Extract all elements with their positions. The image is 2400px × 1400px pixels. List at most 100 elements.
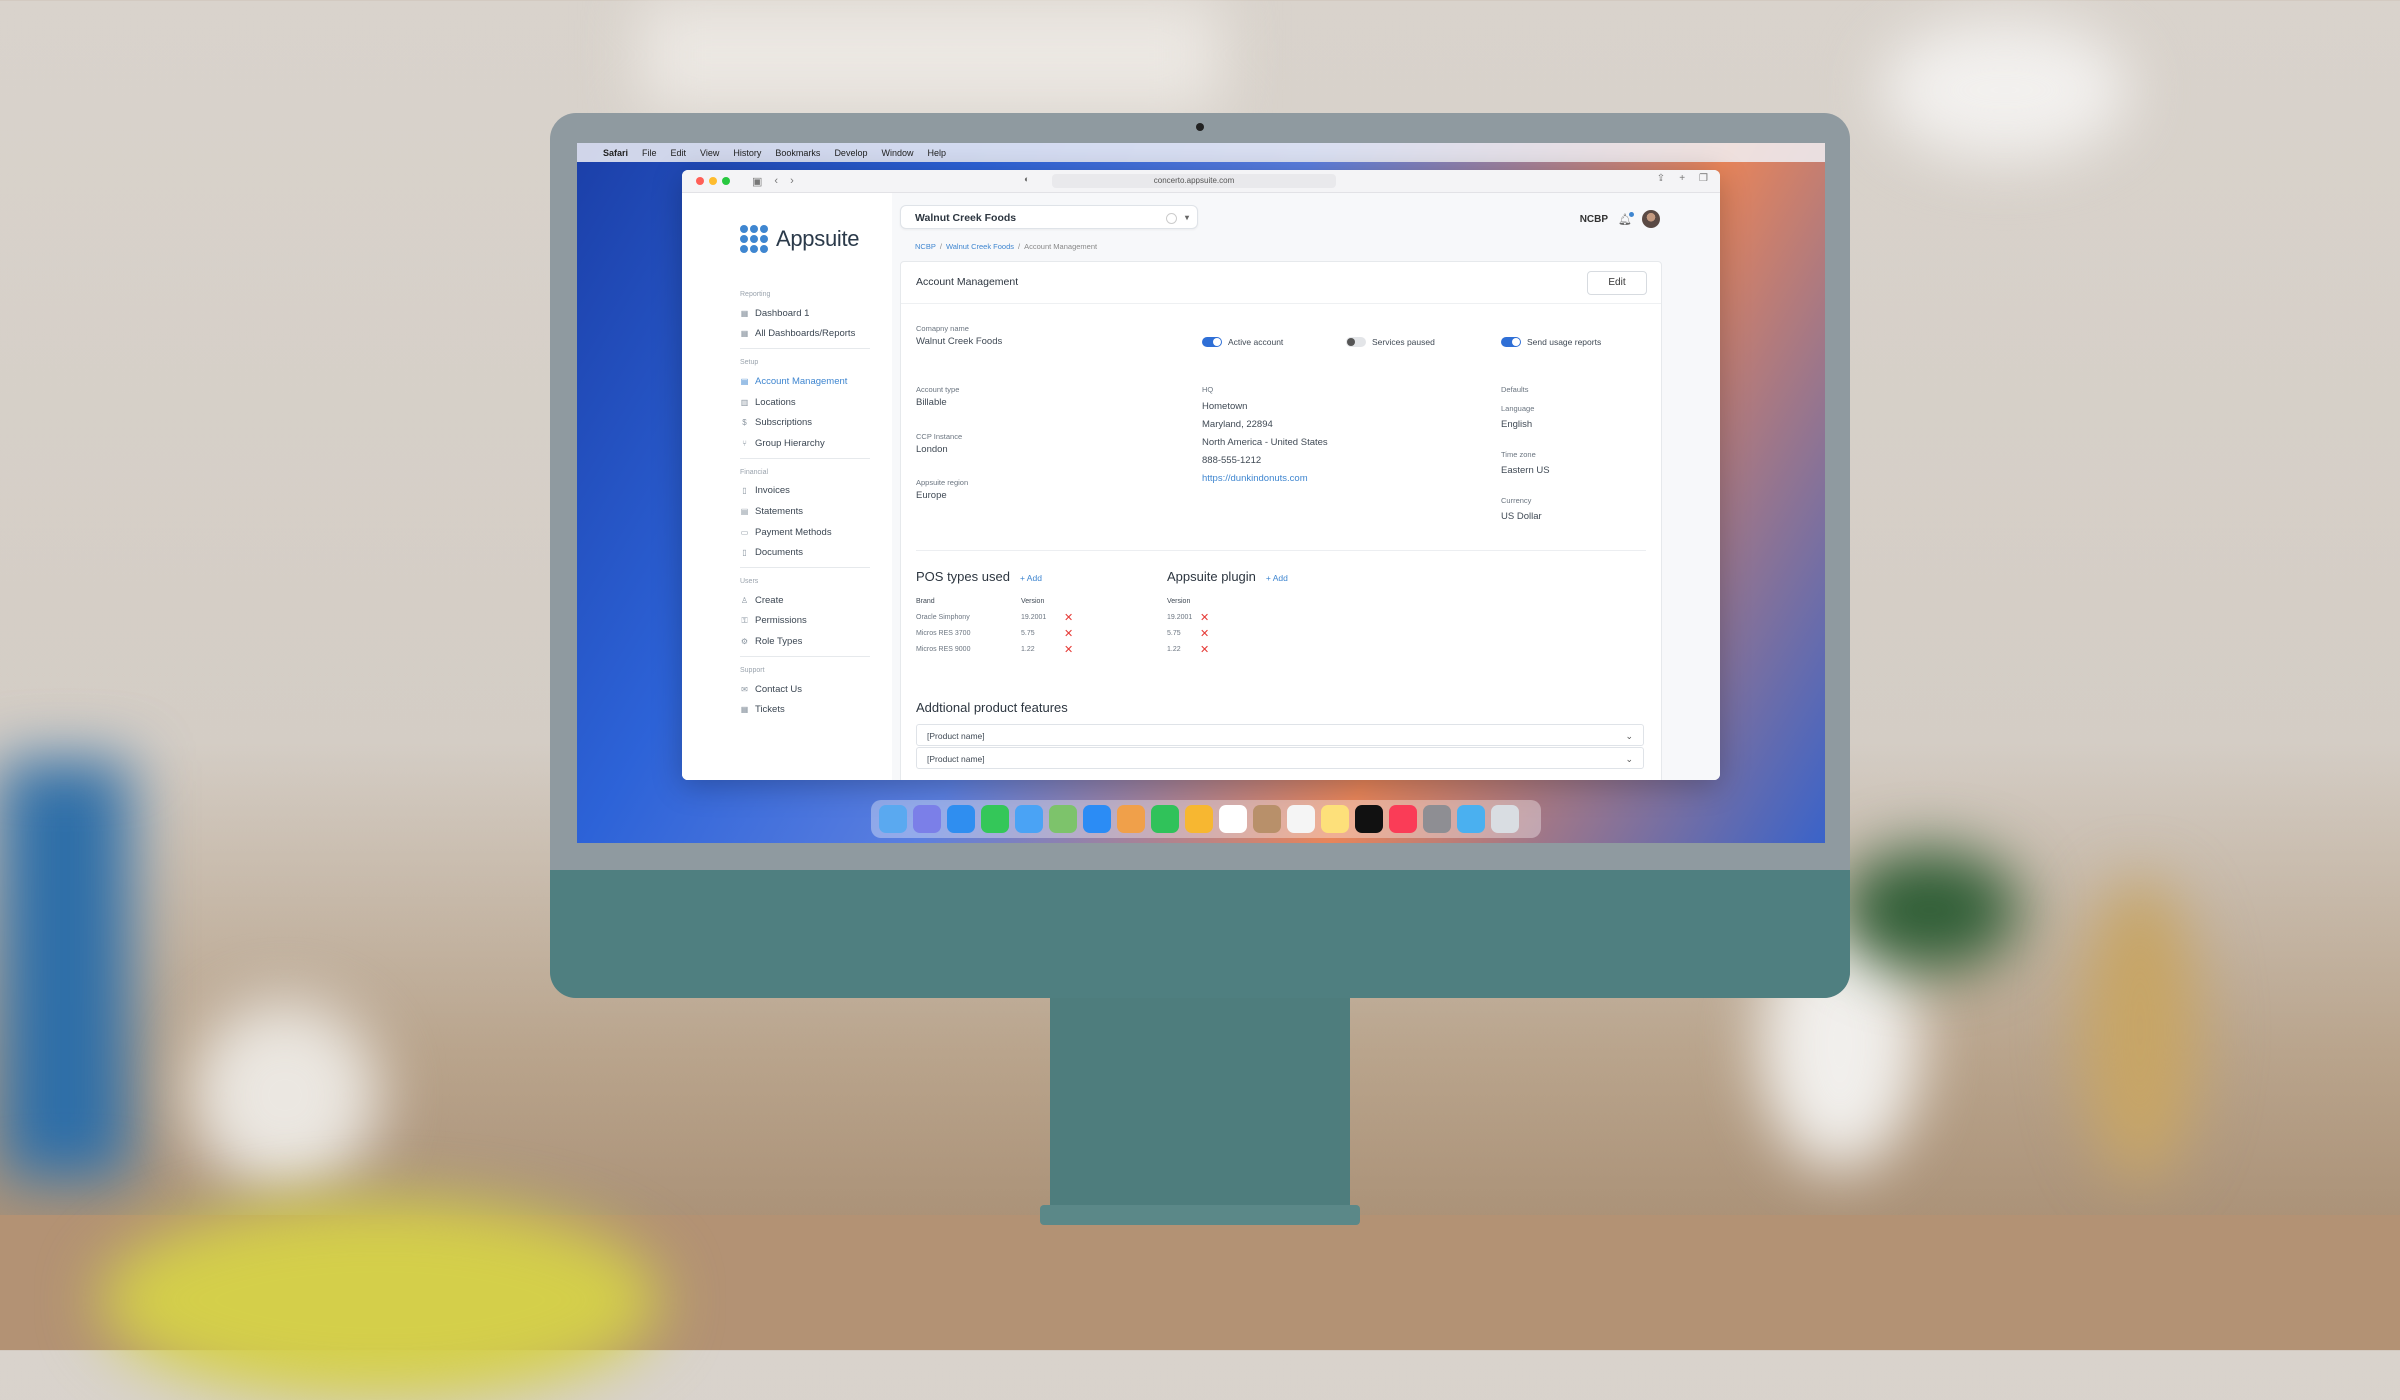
sidebar-toggle-icon[interactable]: ▣ (752, 175, 762, 188)
send-usage-reports-toggle[interactable]: Send usage reports (1501, 337, 1601, 347)
sidebar-item-group-hierarchy[interactable]: ⑂ Group Hierarchy (740, 433, 875, 454)
notes-icon[interactable] (1321, 805, 1349, 833)
messages-icon[interactable] (981, 805, 1009, 833)
menu-window[interactable]: Window (881, 148, 913, 158)
pos-types-title: POS types used (916, 569, 1010, 584)
sidebar-item-all-dashboards[interactable]: ▦ All Dashboards/Reports (740, 324, 875, 345)
invoice-icon: ▯ (742, 486, 747, 496)
menu-file[interactable]: File (642, 148, 657, 158)
remove-plugin-icon[interactable]: ✕ (1200, 613, 1209, 624)
plugin-add-button[interactable]: + Add (1266, 573, 1288, 583)
chevron-down-icon: ⌄ (1625, 731, 1633, 741)
remove-pos-icon[interactable]: ✕ (1064, 645, 1073, 656)
document-icon: ▯ (742, 548, 747, 558)
forward-icon[interactable]: › (790, 175, 794, 188)
share-icon[interactable]: ⇪ (1657, 173, 1665, 184)
hq-website-link[interactable]: https://dunkindonuts.com (1202, 473, 1308, 484)
downloads-folder-icon[interactable] (1457, 805, 1485, 833)
sidebar-item-contact-us[interactable]: ✉ Contact Us (740, 679, 875, 700)
remove-plugin-icon[interactable]: ✕ (1200, 629, 1209, 640)
browser-toolbar: ▣ ‹ › ◐ concerto.appsuite.com ⇪ + ❐ (682, 170, 1720, 193)
maps-icon[interactable] (1049, 805, 1077, 833)
app-store-icon[interactable] (1083, 805, 1111, 833)
sidebar-item-documents[interactable]: ▯ Documents (740, 542, 875, 563)
edit-button[interactable]: Edit (1587, 271, 1647, 295)
remove-pos-icon[interactable]: ✕ (1064, 629, 1073, 640)
company-name-label: Comapny name (916, 324, 969, 333)
hq-line-1: Hometown (1202, 401, 1248, 412)
url-bar[interactable]: concerto.appsuite.com (1052, 174, 1336, 188)
org-name[interactable]: NCBP (1580, 214, 1608, 225)
toggle-switch-off[interactable] (1346, 337, 1366, 347)
browser-window: ▣ ‹ › ◐ concerto.appsuite.com ⇪ + ❐ Apps… (682, 170, 1720, 780)
plugin-row-version: 19.2001 (1167, 614, 1193, 621)
ccp-instance-value: London (916, 444, 948, 455)
mail-icon[interactable] (1015, 805, 1043, 833)
reminders-icon[interactable] (1287, 805, 1315, 833)
company-name-value: Walnut Creek Foods (916, 336, 1003, 347)
launchpad-icon[interactable] (913, 805, 941, 833)
toggle-switch-on[interactable] (1501, 337, 1521, 347)
back-icon[interactable]: ‹ (774, 175, 778, 188)
zoom-button[interactable] (722, 177, 730, 185)
company-selector[interactable]: Walnut Creek Foods ▾ (900, 205, 1198, 229)
toggle-switch-on[interactable] (1202, 337, 1222, 347)
sidebar-item-role-types[interactable]: ⚙ Role Types (740, 631, 875, 652)
menu-view[interactable]: View (700, 148, 719, 158)
breadcrumb-current: Account Management (1024, 242, 1098, 251)
sidebar-item-create[interactable]: ♙ Create (740, 590, 875, 611)
avatar[interactable] (1642, 210, 1660, 228)
remove-pos-icon[interactable]: ✕ (1064, 613, 1073, 624)
menu-develop[interactable]: Develop (834, 148, 867, 158)
product-select[interactable]: [Product name] ⌄ (916, 747, 1644, 769)
nav-divider (740, 566, 870, 568)
breadcrumb-company[interactable]: Walnut Creek Foods (946, 242, 1014, 251)
sidebar-item-permissions[interactable]: ⚿ Permissions (740, 611, 875, 632)
appsuite-logo[interactable]: Appsuite (740, 225, 860, 253)
menu-help[interactable]: Help (927, 148, 946, 158)
sidebar-item-account-management[interactable]: ▤ Account Management (740, 371, 875, 392)
pos-brand-header: Brand (916, 598, 935, 605)
sidebar-item-payment-methods[interactable]: ▭ Payment Methods (740, 522, 875, 543)
menu-bookmarks[interactable]: Bookmarks (775, 148, 820, 158)
pos-add-button[interactable]: + Add (1020, 573, 1042, 583)
sidebar-item-invoices[interactable]: ▯ Invoices (740, 481, 875, 502)
sidebar-item-locations[interactable]: ▥ Locations (740, 392, 875, 413)
sidebar-item-dashboard-1[interactable]: ▦ Dashboard 1 (740, 303, 875, 324)
trash-icon[interactable] (1491, 805, 1519, 833)
sidebar-item-statements[interactable]: ▤ Statements (740, 501, 875, 522)
permission-icon: ⚿ (741, 616, 748, 626)
system-settings-icon[interactable] (1423, 805, 1451, 833)
new-tab-icon[interactable]: + (1679, 173, 1685, 184)
minimize-button[interactable] (709, 177, 717, 185)
sidebar-item-tickets[interactable]: ▦ Tickets (740, 699, 875, 720)
sidebar-item-subscriptions[interactable]: $ Subscriptions (740, 412, 875, 433)
bell-icon[interactable]: 🔔︎ (1618, 211, 1634, 226)
breadcrumb-separator: / (939, 242, 942, 251)
nav-section-setup: Setup (740, 359, 759, 367)
music-icon[interactable] (1389, 805, 1417, 833)
sketch-icon[interactable] (1185, 805, 1213, 833)
sidebar-item-label: Create (755, 594, 784, 606)
photos-icon[interactable] (1117, 805, 1145, 833)
tabs-overview-icon[interactable]: ❐ (1699, 173, 1708, 184)
active-account-toggle[interactable]: Active account (1202, 337, 1283, 347)
menu-edit[interactable]: Edit (671, 148, 687, 158)
calendar-icon[interactable] (1219, 805, 1247, 833)
apple-tv-icon[interactable] (1355, 805, 1383, 833)
facetime-icon[interactable] (1151, 805, 1179, 833)
sidebar-item-label: Contact Us (755, 683, 802, 695)
breadcrumb-ncbp[interactable]: NCBP (915, 242, 936, 251)
sidebar-nav: Reporting ▦ Dashboard 1 ▦ All Dashboards/R… (740, 281, 875, 720)
contacts-icon[interactable] (1253, 805, 1281, 833)
menubar-app[interactable]: Safari (603, 148, 628, 158)
menu-history[interactable]: History (733, 148, 761, 158)
privacy-shield-icon[interactable]: ◐ (1024, 174, 1029, 184)
safari-icon[interactable] (947, 805, 975, 833)
hq-line-3: North America - United States (1202, 437, 1328, 448)
services-paused-toggle[interactable]: Services paused (1346, 337, 1435, 347)
product-select[interactable]: [Product name] ⌄ (916, 724, 1644, 746)
close-button[interactable] (696, 177, 704, 185)
remove-plugin-icon[interactable]: ✕ (1200, 645, 1209, 656)
finder-icon[interactable] (879, 805, 907, 833)
